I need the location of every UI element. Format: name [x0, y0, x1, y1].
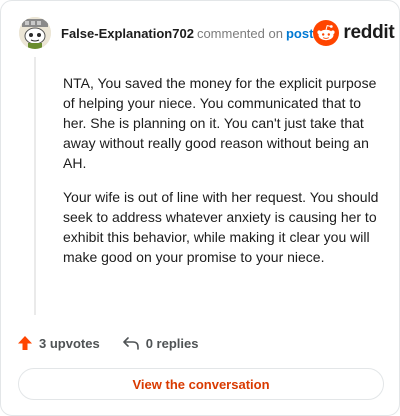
comment-card: False-Explanation702 commented on post red…: [0, 0, 400, 416]
thread-line: [34, 57, 36, 315]
commented-on-text: commented on: [196, 25, 283, 41]
comment-meta: False-Explanation702 commented on post: [61, 26, 313, 41]
post-link[interactable]: post: [286, 26, 313, 41]
comment-actions: 3 upvotes 0 replies: [17, 333, 198, 353]
reply-arrow-icon: [122, 337, 139, 350]
reply-button[interactable]: 0 replies: [122, 335, 199, 351]
reddit-snoo-logo-icon: [313, 20, 340, 46]
reply-count: 0 replies: [145, 335, 199, 351]
comment-paragraph-2: Your wife is out of line with her reques…: [63, 189, 379, 265]
user-avatar[interactable]: [19, 17, 51, 49]
upvote-arrow-icon: [18, 336, 32, 350]
upvote-count: 3 upvotes: [39, 335, 100, 351]
reddit-wordmark: reddit: [343, 22, 395, 43]
comment-paragraph-1: NTA, You saved the money for the explici…: [63, 75, 377, 171]
view-conversation-button[interactable]: View the conversation: [18, 368, 384, 400]
snoo-avatar-icon: [19, 17, 51, 49]
comment-body: NTA, You saved the money for the explici…: [63, 73, 379, 281]
reddit-logo[interactable]: reddit: [313, 20, 395, 46]
comment-header: False-Explanation702 commented on post red…: [19, 15, 395, 51]
username-link[interactable]: False-Explanation702: [61, 26, 194, 41]
upvote-button[interactable]: 3 upvotes: [17, 335, 100, 351]
